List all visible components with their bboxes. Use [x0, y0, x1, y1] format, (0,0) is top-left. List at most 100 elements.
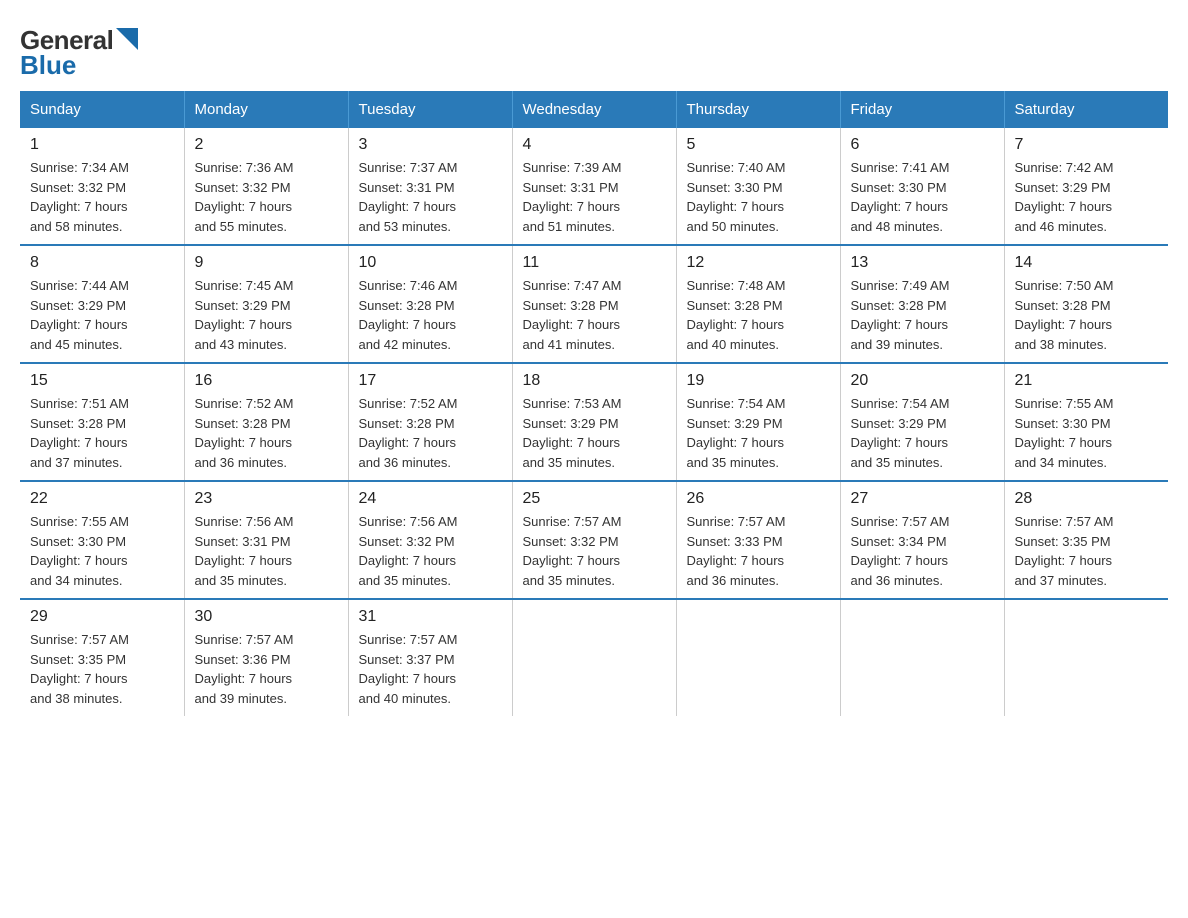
calendar-cell: 20 Sunrise: 7:54 AMSunset: 3:29 PMDaylig…	[840, 363, 1004, 481]
calendar-cell: 15 Sunrise: 7:51 AMSunset: 3:28 PMDaylig…	[20, 363, 184, 481]
day-number: 26	[687, 490, 830, 508]
day-info: Sunrise: 7:34 AMSunset: 3:32 PMDaylight:…	[30, 158, 174, 236]
calendar-cell: 9 Sunrise: 7:45 AMSunset: 3:29 PMDayligh…	[184, 245, 348, 363]
day-info: Sunrise: 7:44 AMSunset: 3:29 PMDaylight:…	[30, 276, 174, 354]
day-info: Sunrise: 7:57 AMSunset: 3:36 PMDaylight:…	[195, 630, 338, 708]
calendar-cell: 14 Sunrise: 7:50 AMSunset: 3:28 PMDaylig…	[1004, 245, 1168, 363]
header-friday: Friday	[840, 91, 1004, 128]
day-number: 1	[30, 136, 174, 154]
day-info: Sunrise: 7:46 AMSunset: 3:28 PMDaylight:…	[359, 276, 502, 354]
day-info: Sunrise: 7:52 AMSunset: 3:28 PMDaylight:…	[195, 394, 338, 472]
logo-triangle-icon	[116, 28, 138, 50]
day-info: Sunrise: 7:42 AMSunset: 3:29 PMDaylight:…	[1015, 158, 1159, 236]
header-thursday: Thursday	[676, 91, 840, 128]
calendar-cell: 4 Sunrise: 7:39 AMSunset: 3:31 PMDayligh…	[512, 128, 676, 245]
day-info: Sunrise: 7:56 AMSunset: 3:32 PMDaylight:…	[359, 512, 502, 590]
day-info: Sunrise: 7:47 AMSunset: 3:28 PMDaylight:…	[523, 276, 666, 354]
calendar-cell: 2 Sunrise: 7:36 AMSunset: 3:32 PMDayligh…	[184, 128, 348, 245]
day-info: Sunrise: 7:40 AMSunset: 3:30 PMDaylight:…	[687, 158, 830, 236]
day-number: 29	[30, 608, 174, 626]
header-tuesday: Tuesday	[348, 91, 512, 128]
calendar-cell: 17 Sunrise: 7:52 AMSunset: 3:28 PMDaylig…	[348, 363, 512, 481]
day-number: 10	[359, 254, 502, 272]
day-number: 2	[195, 136, 338, 154]
logo-blue-text: Blue	[20, 50, 76, 81]
calendar-cell: 6 Sunrise: 7:41 AMSunset: 3:30 PMDayligh…	[840, 128, 1004, 245]
day-info: Sunrise: 7:51 AMSunset: 3:28 PMDaylight:…	[30, 394, 174, 472]
day-number: 3	[359, 136, 502, 154]
calendar-cell	[676, 599, 840, 716]
header-saturday: Saturday	[1004, 91, 1168, 128]
day-number: 8	[30, 254, 174, 272]
day-number: 19	[687, 372, 830, 390]
day-number: 24	[359, 490, 502, 508]
day-info: Sunrise: 7:49 AMSunset: 3:28 PMDaylight:…	[851, 276, 994, 354]
calendar-cell: 12 Sunrise: 7:48 AMSunset: 3:28 PMDaylig…	[676, 245, 840, 363]
day-number: 27	[851, 490, 994, 508]
logo[interactable]: General Blue	[20, 20, 138, 81]
calendar-cell	[1004, 599, 1168, 716]
calendar-cell: 31 Sunrise: 7:57 AMSunset: 3:37 PMDaylig…	[348, 599, 512, 716]
calendar-week-row: 8 Sunrise: 7:44 AMSunset: 3:29 PMDayligh…	[20, 245, 1168, 363]
calendar-cell: 25 Sunrise: 7:57 AMSunset: 3:32 PMDaylig…	[512, 481, 676, 599]
calendar-cell: 5 Sunrise: 7:40 AMSunset: 3:30 PMDayligh…	[676, 128, 840, 245]
day-number: 13	[851, 254, 994, 272]
day-number: 18	[523, 372, 666, 390]
day-info: Sunrise: 7:57 AMSunset: 3:32 PMDaylight:…	[523, 512, 666, 590]
day-info: Sunrise: 7:52 AMSunset: 3:28 PMDaylight:…	[359, 394, 502, 472]
day-info: Sunrise: 7:53 AMSunset: 3:29 PMDaylight:…	[523, 394, 666, 472]
calendar-cell: 18 Sunrise: 7:53 AMSunset: 3:29 PMDaylig…	[512, 363, 676, 481]
day-info: Sunrise: 7:57 AMSunset: 3:33 PMDaylight:…	[687, 512, 830, 590]
day-number: 28	[1015, 490, 1159, 508]
day-number: 25	[523, 490, 666, 508]
day-info: Sunrise: 7:37 AMSunset: 3:31 PMDaylight:…	[359, 158, 502, 236]
day-info: Sunrise: 7:56 AMSunset: 3:31 PMDaylight:…	[195, 512, 338, 590]
day-info: Sunrise: 7:57 AMSunset: 3:35 PMDaylight:…	[30, 630, 174, 708]
day-info: Sunrise: 7:54 AMSunset: 3:29 PMDaylight:…	[851, 394, 994, 472]
calendar-cell: 28 Sunrise: 7:57 AMSunset: 3:35 PMDaylig…	[1004, 481, 1168, 599]
day-number: 30	[195, 608, 338, 626]
day-info: Sunrise: 7:48 AMSunset: 3:28 PMDaylight:…	[687, 276, 830, 354]
calendar-week-row: 1 Sunrise: 7:34 AMSunset: 3:32 PMDayligh…	[20, 128, 1168, 245]
calendar-week-row: 22 Sunrise: 7:55 AMSunset: 3:30 PMDaylig…	[20, 481, 1168, 599]
day-info: Sunrise: 7:39 AMSunset: 3:31 PMDaylight:…	[523, 158, 666, 236]
calendar-cell: 7 Sunrise: 7:42 AMSunset: 3:29 PMDayligh…	[1004, 128, 1168, 245]
calendar-cell: 29 Sunrise: 7:57 AMSunset: 3:35 PMDaylig…	[20, 599, 184, 716]
calendar-cell: 3 Sunrise: 7:37 AMSunset: 3:31 PMDayligh…	[348, 128, 512, 245]
day-number: 17	[359, 372, 502, 390]
day-number: 12	[687, 254, 830, 272]
day-number: 21	[1015, 372, 1159, 390]
day-info: Sunrise: 7:55 AMSunset: 3:30 PMDaylight:…	[30, 512, 174, 590]
calendar-cell: 21 Sunrise: 7:55 AMSunset: 3:30 PMDaylig…	[1004, 363, 1168, 481]
header-row: SundayMondayTuesdayWednesdayThursdayFrid…	[20, 91, 1168, 128]
day-info: Sunrise: 7:54 AMSunset: 3:29 PMDaylight:…	[687, 394, 830, 472]
calendar-cell: 19 Sunrise: 7:54 AMSunset: 3:29 PMDaylig…	[676, 363, 840, 481]
calendar-cell: 26 Sunrise: 7:57 AMSunset: 3:33 PMDaylig…	[676, 481, 840, 599]
day-number: 9	[195, 254, 338, 272]
calendar-cell	[512, 599, 676, 716]
day-info: Sunrise: 7:57 AMSunset: 3:34 PMDaylight:…	[851, 512, 994, 590]
day-number: 23	[195, 490, 338, 508]
calendar-body: 1 Sunrise: 7:34 AMSunset: 3:32 PMDayligh…	[20, 128, 1168, 716]
day-info: Sunrise: 7:36 AMSunset: 3:32 PMDaylight:…	[195, 158, 338, 236]
day-number: 5	[687, 136, 830, 154]
calendar-cell: 10 Sunrise: 7:46 AMSunset: 3:28 PMDaylig…	[348, 245, 512, 363]
calendar-cell: 8 Sunrise: 7:44 AMSunset: 3:29 PMDayligh…	[20, 245, 184, 363]
header: General Blue	[20, 20, 1168, 81]
day-info: Sunrise: 7:57 AMSunset: 3:35 PMDaylight:…	[1015, 512, 1159, 590]
day-number: 7	[1015, 136, 1159, 154]
day-number: 20	[851, 372, 994, 390]
calendar-cell: 1 Sunrise: 7:34 AMSunset: 3:32 PMDayligh…	[20, 128, 184, 245]
calendar-cell: 13 Sunrise: 7:49 AMSunset: 3:28 PMDaylig…	[840, 245, 1004, 363]
day-number: 4	[523, 136, 666, 154]
day-info: Sunrise: 7:57 AMSunset: 3:37 PMDaylight:…	[359, 630, 502, 708]
day-number: 14	[1015, 254, 1159, 272]
calendar-header: SundayMondayTuesdayWednesdayThursdayFrid…	[20, 91, 1168, 128]
day-number: 11	[523, 254, 666, 272]
calendar-cell: 30 Sunrise: 7:57 AMSunset: 3:36 PMDaylig…	[184, 599, 348, 716]
day-info: Sunrise: 7:45 AMSunset: 3:29 PMDaylight:…	[195, 276, 338, 354]
calendar-table: SundayMondayTuesdayWednesdayThursdayFrid…	[20, 91, 1168, 716]
calendar-cell	[840, 599, 1004, 716]
day-info: Sunrise: 7:50 AMSunset: 3:28 PMDaylight:…	[1015, 276, 1159, 354]
day-number: 22	[30, 490, 174, 508]
